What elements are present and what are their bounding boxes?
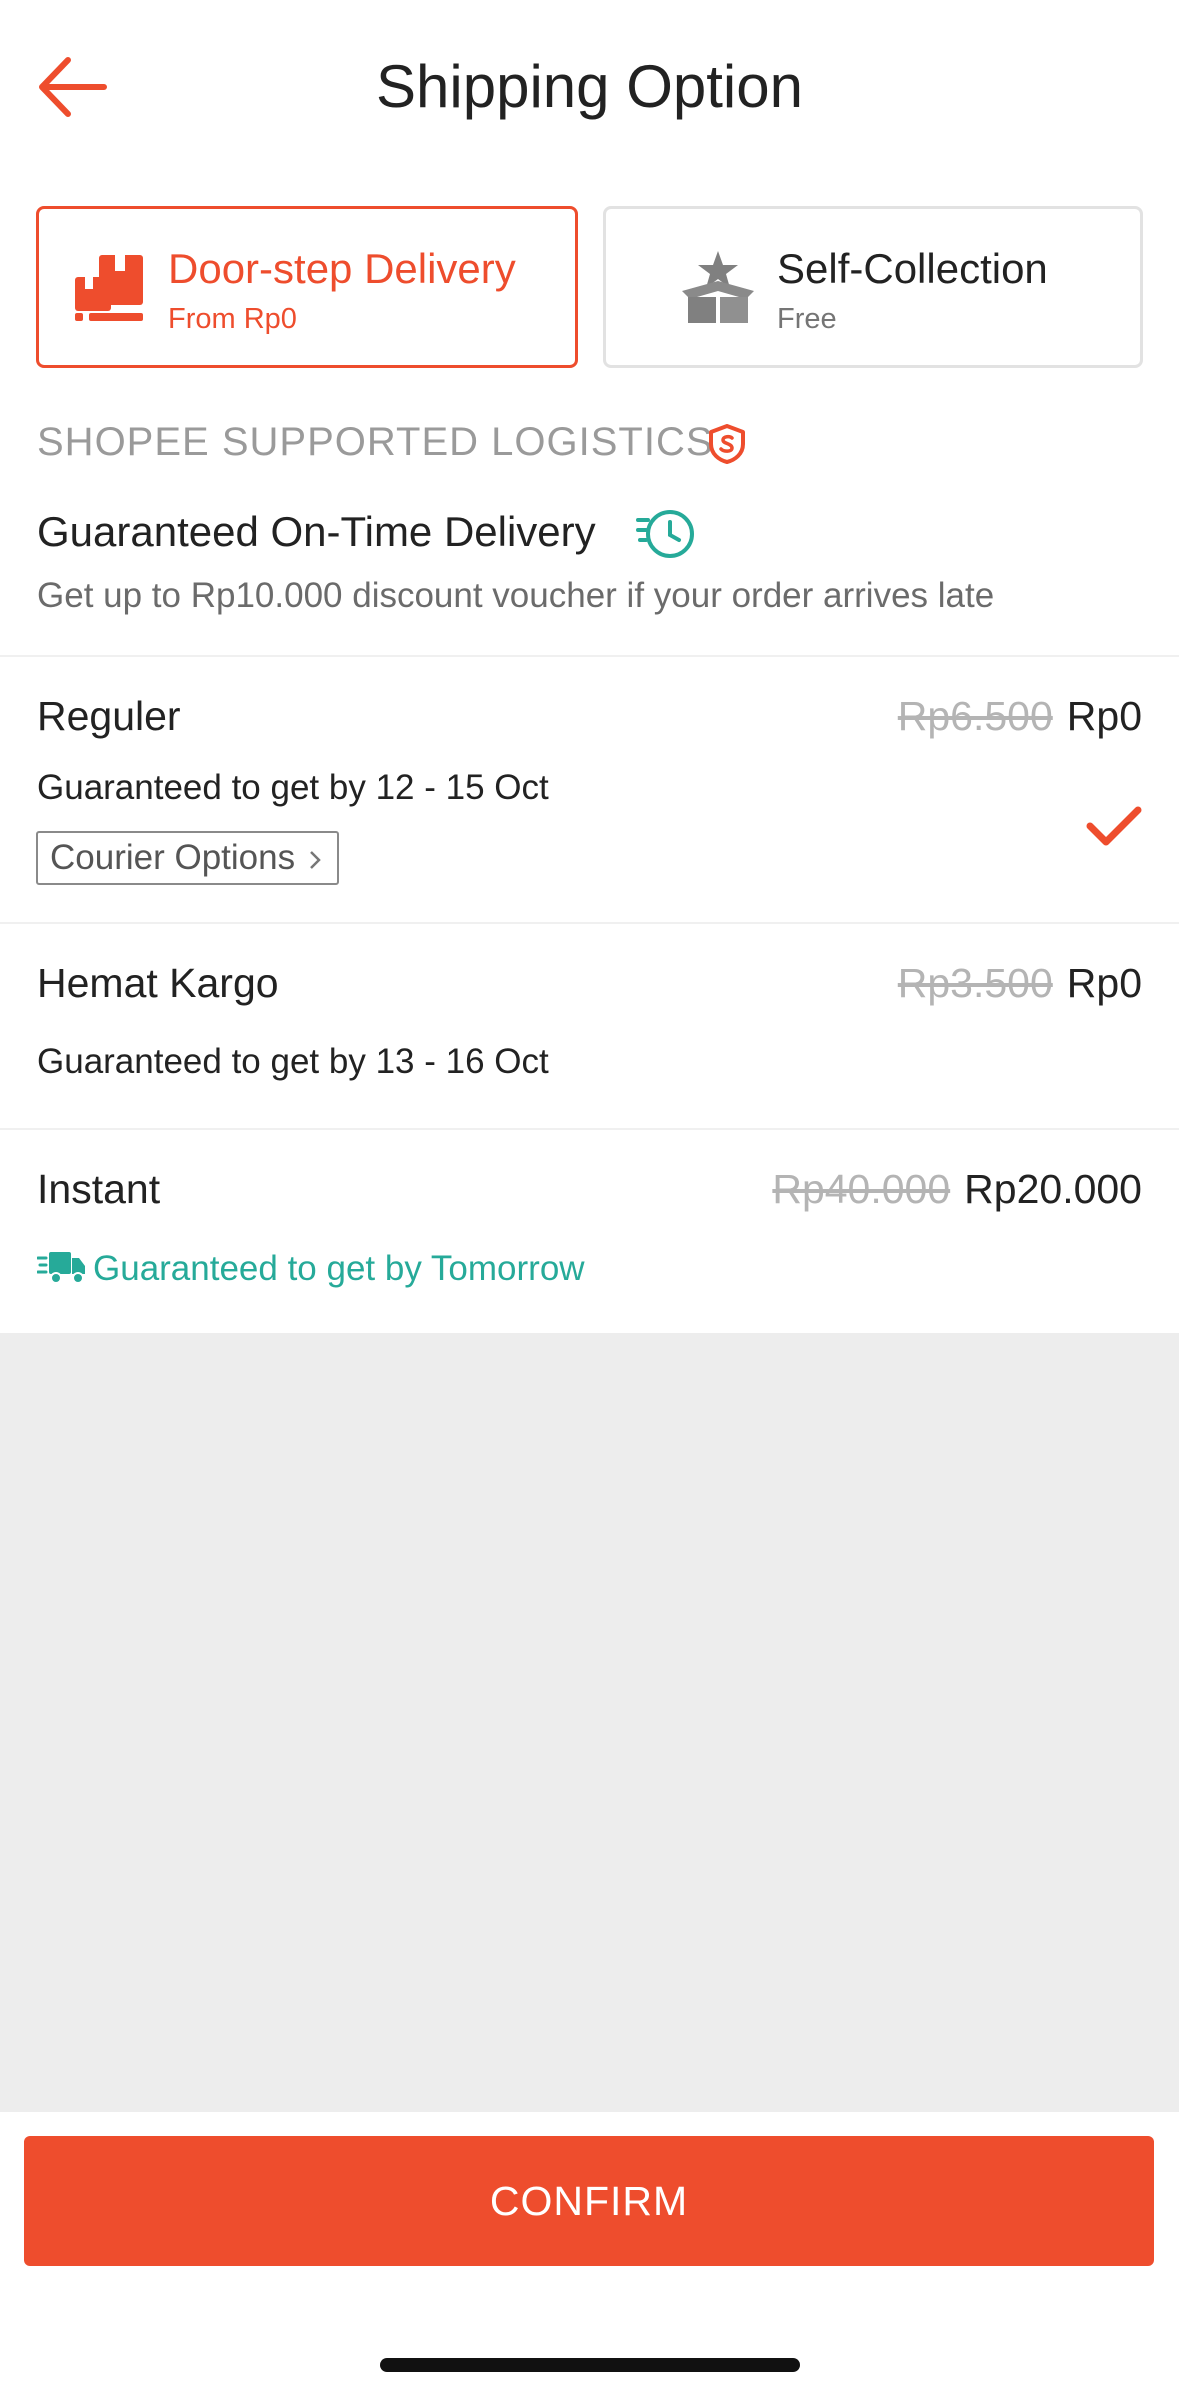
home-indicator bbox=[380, 2358, 800, 2372]
check-icon bbox=[1086, 806, 1142, 846]
header: Shipping Option bbox=[0, 0, 1179, 172]
door-step-delivery-label: Door-step Delivery bbox=[168, 245, 516, 292]
self-collection-tab[interactable]: Self-Collection Free bbox=[603, 206, 1143, 368]
section-label: SHOPEE SUPPORTED LOGISTICS bbox=[37, 420, 714, 464]
courier-options-label: Courier Options bbox=[50, 838, 296, 877]
shield-icon bbox=[709, 424, 745, 464]
shipping-option-instant[interactable]: Instant Rp40.000 Rp20.000 bbox=[0, 1130, 1179, 1333]
door-step-delivery-tab[interactable]: Door-step Delivery From Rp0 bbox=[36, 206, 578, 368]
option-name: Reguler bbox=[37, 693, 181, 739]
box-star-icon bbox=[682, 251, 754, 323]
page-title: Shipping Option bbox=[376, 53, 803, 120]
self-collection-sub: Free bbox=[777, 303, 837, 335]
instant-eta-text: Guaranteed to get by Tomorrow bbox=[93, 1249, 585, 1288]
original-price: Rp6.500 bbox=[897, 693, 1053, 739]
option-name: Hemat Kargo bbox=[37, 960, 279, 1006]
discounted-price: Rp20.000 bbox=[964, 1166, 1142, 1212]
option-eta: Guaranteed to get by 13 - 16 Oct bbox=[37, 1042, 549, 1081]
parcel-icon bbox=[75, 255, 143, 321]
shipping-option-panel: Shipping Option Door-step Delivery From … bbox=[0, 0, 1179, 1333]
self-collection-label: Self-Collection bbox=[777, 245, 1048, 292]
shipping-option-hemat-kargo[interactable]: Hemat Kargo Rp3.500 Rp0 Guaranteed to get… bbox=[0, 924, 1179, 1128]
guarantee-title: Guaranteed On-Time Delivery bbox=[37, 508, 596, 555]
discounted-price: Rp0 bbox=[1066, 693, 1142, 739]
original-price: Rp3.500 bbox=[897, 960, 1053, 1006]
original-price: Rp40.000 bbox=[772, 1166, 951, 1212]
clock-icon bbox=[636, 510, 694, 558]
option-price: Rp40.000 Rp20.000 bbox=[772, 1166, 1142, 1213]
option-price: Rp3.500 Rp0 bbox=[898, 960, 1142, 1007]
bottom-bar: CONFIRM bbox=[0, 2112, 1179, 2396]
guarantee-description: Get up to Rp10.000 discount voucher if y… bbox=[37, 576, 995, 615]
option-name: Instant bbox=[37, 1166, 161, 1212]
truck-icon bbox=[37, 1252, 85, 1284]
option-price: Rp6.500 Rp0 bbox=[898, 693, 1142, 740]
instant-eta: Guaranteed to get by Tomorrow bbox=[37, 1248, 585, 1289]
discounted-price: Rp0 bbox=[1066, 960, 1142, 1006]
chevron-right-icon bbox=[310, 850, 321, 869]
option-eta: Guaranteed to get by 12 - 15 Oct bbox=[37, 768, 549, 807]
door-step-delivery-sub: From Rp0 bbox=[168, 303, 297, 335]
courier-options-button[interactable]: Courier Options bbox=[36, 831, 340, 885]
confirm-button[interactable]: CONFIRM bbox=[24, 2136, 1154, 2266]
